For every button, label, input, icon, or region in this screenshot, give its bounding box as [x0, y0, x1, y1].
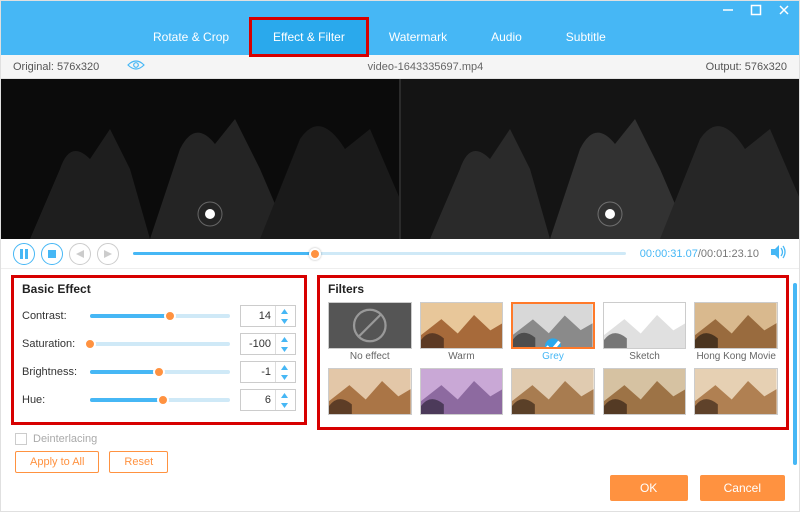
- seek-slider[interactable]: [133, 252, 626, 255]
- filter-item[interactable]: [511, 368, 595, 417]
- playback-bar: 00:00:31.07/00:01:23.10: [1, 239, 799, 269]
- filter-thumbnail[interactable]: [511, 368, 595, 415]
- spin-up-icon[interactable]: [276, 334, 293, 344]
- spin-up-icon[interactable]: [276, 390, 293, 400]
- effect-value-input[interactable]: [241, 338, 275, 350]
- effect-value-input[interactable]: [241, 310, 275, 322]
- effect-row: Hue:: [22, 386, 296, 414]
- filter-thumbnail[interactable]: [328, 368, 412, 415]
- effect-spinner[interactable]: [240, 389, 296, 411]
- effect-row: Contrast:: [22, 302, 296, 330]
- filter-item[interactable]: No effect: [328, 302, 412, 362]
- reset-button[interactable]: Reset: [109, 451, 168, 473]
- preview-area: [1, 79, 799, 239]
- cancel-button[interactable]: Cancel: [700, 475, 785, 501]
- effect-spinner[interactable]: [240, 361, 296, 383]
- filter-label: Sketch: [629, 351, 660, 362]
- apply-to-all-button[interactable]: Apply to All: [15, 451, 99, 473]
- tab-effect-filter[interactable]: Effect & Filter: [251, 19, 367, 55]
- effect-label: Contrast:: [22, 310, 90, 322]
- filter-thumbnail[interactable]: [511, 302, 595, 349]
- app-window: Rotate & Crop Effect & Filter Watermark …: [0, 0, 800, 512]
- effect-value-input[interactable]: [241, 366, 275, 378]
- filter-item[interactable]: Hong Kong Movie: [694, 302, 778, 362]
- filter-item[interactable]: Warm: [420, 302, 504, 362]
- filter-label: Hong Kong Movie: [696, 351, 776, 362]
- spin-down-icon[interactable]: [276, 344, 293, 354]
- filter-item[interactable]: Sketch: [603, 302, 687, 362]
- filter-thumbnail[interactable]: [694, 368, 778, 415]
- footer: OK Cancel: [610, 475, 785, 501]
- effect-slider[interactable]: [90, 342, 230, 346]
- time-display: 00:00:31.07/00:01:23.10: [640, 248, 759, 260]
- effect-label: Saturation:: [22, 338, 90, 350]
- stop-button[interactable]: [41, 243, 63, 265]
- close-icon[interactable]: [775, 4, 793, 16]
- preview-original: [1, 79, 401, 239]
- filters-panel: Filters No effect Warm Grey Sketch Hong …: [317, 275, 789, 473]
- filters-scrollbar[interactable]: [793, 283, 797, 465]
- check-icon: [545, 338, 561, 349]
- effect-slider[interactable]: [90, 370, 230, 374]
- spin-up-icon[interactable]: [276, 362, 293, 372]
- preview-output: [401, 79, 799, 239]
- spin-down-icon[interactable]: [276, 372, 293, 382]
- maximize-icon[interactable]: [747, 4, 765, 16]
- filter-label: Grey: [542, 351, 564, 362]
- tab-watermark[interactable]: Watermark: [367, 19, 469, 55]
- tab-subtitle[interactable]: Subtitle: [544, 19, 628, 55]
- filter-item[interactable]: [328, 368, 412, 417]
- deinterlacing-checkbox[interactable]: Deinterlacing: [15, 433, 303, 445]
- effect-slider[interactable]: [90, 314, 230, 318]
- tabs: Rotate & Crop Effect & Filter Watermark …: [1, 19, 799, 55]
- effect-label: Hue:: [22, 394, 90, 406]
- tab-audio[interactable]: Audio: [469, 19, 544, 55]
- filter-label: No effect: [350, 351, 390, 362]
- basic-effect-title: Basic Effect: [22, 282, 296, 296]
- filename-label: video-1643335697.mp4: [145, 61, 705, 73]
- effect-value-input[interactable]: [241, 394, 275, 406]
- volume-icon[interactable]: [771, 245, 787, 262]
- effect-row: Brightness:: [22, 358, 296, 386]
- minimize-icon[interactable]: [719, 4, 737, 16]
- filter-thumbnail[interactable]: [420, 368, 504, 415]
- filter-item[interactable]: [420, 368, 504, 417]
- original-size-label: Original: 576x320: [13, 61, 99, 73]
- filters-title: Filters: [328, 282, 778, 296]
- effect-slider[interactable]: [90, 398, 230, 402]
- filter-item[interactable]: [694, 368, 778, 417]
- spin-down-icon[interactable]: [276, 316, 293, 326]
- pause-button[interactable]: [13, 243, 35, 265]
- filter-item[interactable]: Grey: [511, 302, 595, 362]
- prev-frame-button[interactable]: [69, 243, 91, 265]
- filter-item[interactable]: [603, 368, 687, 417]
- effect-row: Saturation:: [22, 330, 296, 358]
- effect-spinner[interactable]: [240, 333, 296, 355]
- filter-thumbnail[interactable]: [694, 302, 778, 349]
- ok-button[interactable]: OK: [610, 475, 688, 501]
- tab-rotate-crop[interactable]: Rotate & Crop: [131, 19, 251, 55]
- output-size-label: Output: 576x320: [706, 61, 787, 73]
- filter-thumbnail[interactable]: [420, 302, 504, 349]
- titlebar: [1, 1, 799, 19]
- basic-effect-panel: Basic Effect Contrast: Saturation: Brigh…: [11, 275, 307, 473]
- effect-spinner[interactable]: [240, 305, 296, 327]
- preview-toggle-icon[interactable]: [127, 59, 145, 74]
- lower-area: Basic Effect Contrast: Saturation: Brigh…: [1, 269, 799, 473]
- next-frame-button[interactable]: [97, 243, 119, 265]
- spin-down-icon[interactable]: [276, 400, 293, 410]
- filter-label: Warm: [448, 351, 474, 362]
- effect-label: Brightness:: [22, 366, 90, 378]
- filter-thumbnail[interactable]: [603, 302, 687, 349]
- spin-up-icon[interactable]: [276, 306, 293, 316]
- filter-thumbnail[interactable]: [328, 302, 412, 349]
- filter-thumbnail[interactable]: [603, 368, 687, 415]
- info-bar: Original: 576x320 video-1643335697.mp4 O…: [1, 55, 799, 79]
